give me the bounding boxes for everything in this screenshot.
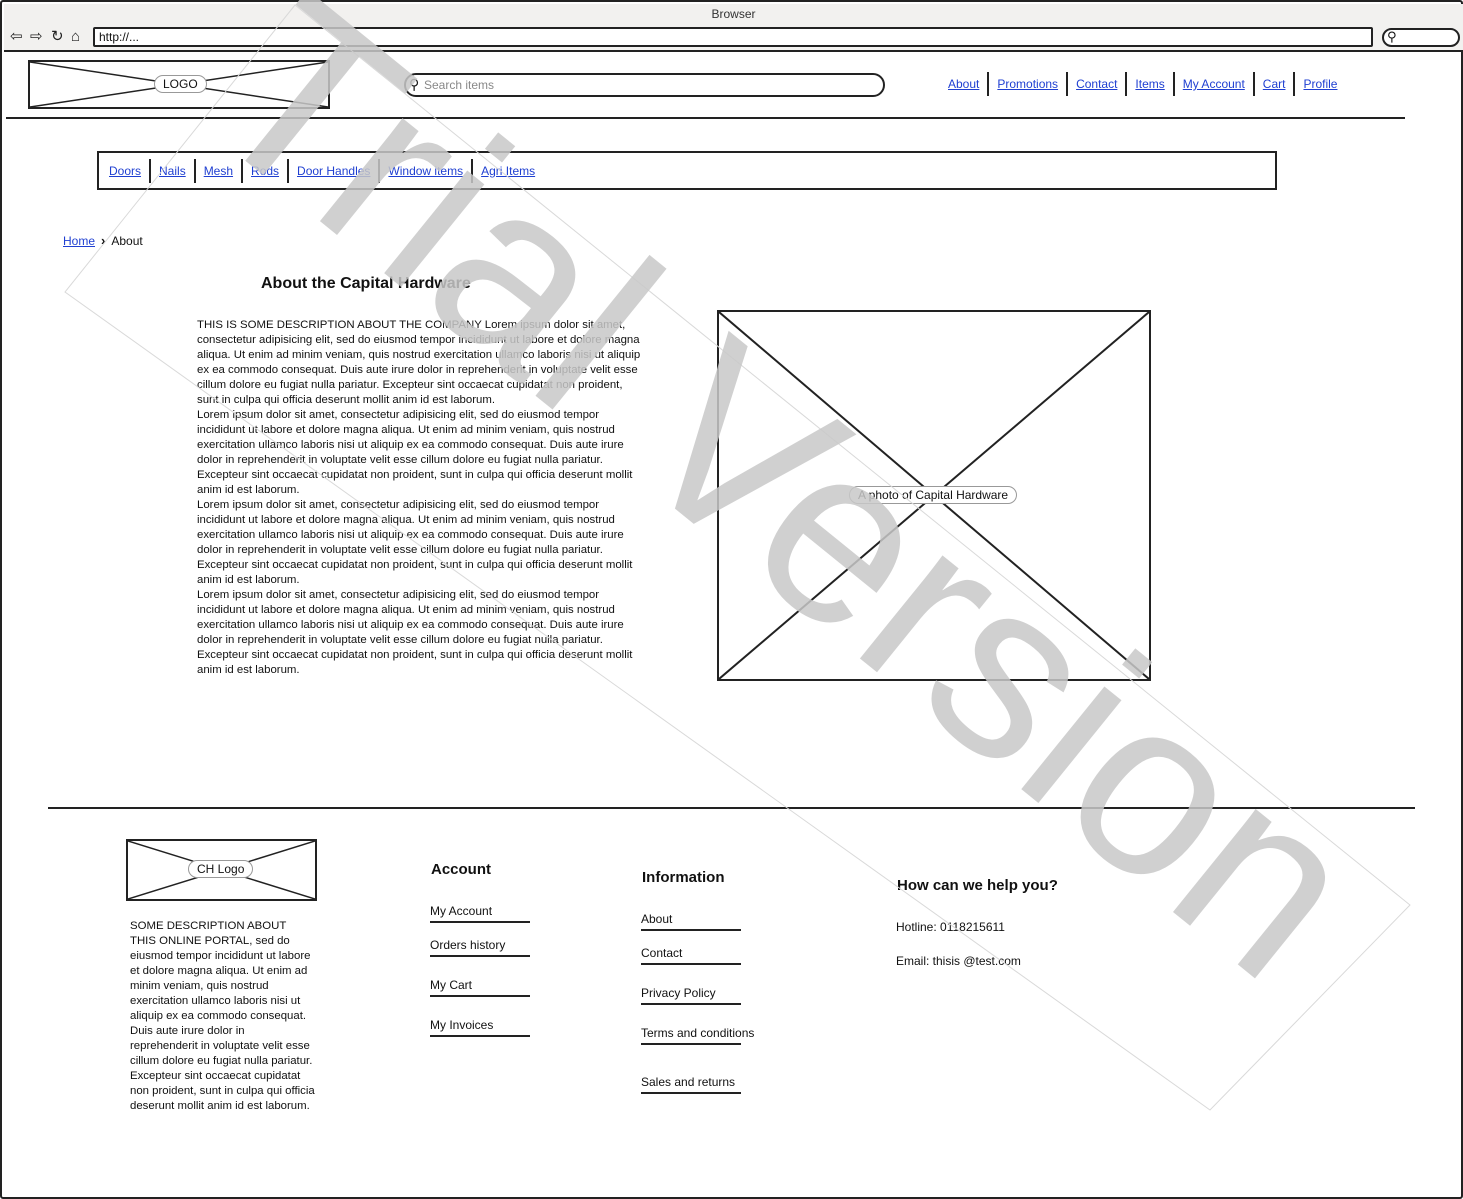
breadcrumb: Home › About — [63, 233, 143, 248]
nav-about[interactable]: About — [948, 77, 979, 91]
footer-link-orders-history[interactable]: Orders history — [430, 938, 530, 957]
logo-label: LOGO — [154, 75, 207, 93]
hotline-text: Hotline: 0118215611 — [896, 920, 1005, 934]
category-doors[interactable]: Doors — [109, 164, 141, 178]
about-paragraph: Lorem ipsum dolor sit amet, consectetur … — [197, 589, 633, 676]
nav-items[interactable]: Items — [1135, 77, 1164, 91]
search-icon: ⚲ — [409, 76, 420, 92]
breadcrumb-current: About — [111, 233, 143, 248]
footer-link-privacy-policy[interactable]: Privacy Policy — [641, 986, 741, 1005]
browser-search[interactable]: ⚲ — [1382, 28, 1460, 47]
category-window-items[interactable]: Window items — [388, 164, 463, 178]
header-divider — [6, 117, 1405, 119]
footer-link-terms[interactable]: Terms and conditions — [641, 1026, 754, 1045]
about-paragraph: Lorem ipsum dolor sit amet, consectetur … — [197, 499, 633, 586]
nav-cart[interactable]: Cart — [1263, 77, 1286, 91]
nav-contact[interactable]: Contact — [1076, 77, 1117, 91]
nav-my-account[interactable]: My Account — [1183, 77, 1245, 91]
information-column-title: Information — [642, 869, 725, 886]
footer-logo[interactable]: CH Logo — [126, 839, 317, 901]
company-photo: A photo of Capital Hardware — [717, 310, 1151, 681]
breadcrumb-home[interactable]: Home — [63, 234, 95, 248]
category-rods[interactable]: Rods — [251, 164, 279, 178]
about-paragraph: THIS IS SOME DESCRIPTION ABOUT THE COMPA… — [197, 319, 641, 406]
category-agri-items[interactable]: Agri Items — [481, 164, 535, 178]
footer-description: SOME DESCRIPTION ABOUT THIS ONLINE PORTA… — [130, 920, 315, 1112]
footer-divider — [48, 807, 1415, 809]
browser-title: Browser — [4, 4, 1463, 24]
email-text: Email: thisis @test.com — [896, 954, 1021, 968]
footer-link-sales-returns[interactable]: Sales and returns — [641, 1075, 741, 1094]
category-mesh[interactable]: Mesh — [204, 164, 233, 178]
photo-label: A photo of Capital Hardware — [849, 486, 1018, 504]
category-door-handles[interactable]: Door Handles — [297, 164, 370, 178]
footer-link-my-invoices[interactable]: My Invoices — [430, 1018, 530, 1037]
category-nails[interactable]: Nails — [159, 164, 186, 178]
footer-link-my-cart[interactable]: My Cart — [430, 978, 530, 997]
about-description: THIS IS SOME DESCRIPTION ABOUT THE COMPA… — [197, 318, 645, 678]
about-paragraph: Lorem ipsum dolor sit amet, consectetur … — [197, 409, 633, 496]
footer-link-my-account[interactable]: My Account — [430, 904, 530, 923]
nav-profile[interactable]: Profile — [1303, 77, 1337, 91]
back-arrow-icon[interactable]: ⇦ — [10, 28, 23, 46]
top-navigation: About Promotions Contact Items My Accoun… — [940, 72, 1345, 96]
forward-arrow-icon[interactable]: ⇨ — [30, 28, 43, 46]
browser-navbar: ⇦ ⇨ ↻ ⌂ http://... ⚲ — [4, 24, 1463, 52]
account-column-title: Account — [431, 861, 491, 878]
nav-promotions[interactable]: Promotions — [997, 77, 1058, 91]
home-icon[interactable]: ⌂ — [71, 28, 80, 46]
search-input[interactable]: Search items — [424, 78, 494, 92]
reload-icon[interactable]: ↻ — [51, 28, 64, 46]
footer-link-about[interactable]: About — [641, 912, 741, 931]
chevron-right-icon: › — [101, 233, 106, 248]
footer-logo-label: CH Logo — [188, 860, 254, 878]
url-bar[interactable]: http://... — [93, 27, 1373, 47]
help-column-title: How can we help you? — [897, 877, 1058, 894]
site-logo[interactable]: LOGO — [28, 60, 330, 109]
search-icon: ⚲ — [1387, 29, 1397, 44]
search-box[interactable]: ⚲ Search items — [404, 73, 885, 97]
category-bar: Doors Nails Mesh Rods Door Handles Windo… — [97, 151, 1277, 190]
page-title: About the Capital Hardware — [261, 275, 471, 292]
footer-link-contact[interactable]: Contact — [641, 946, 741, 965]
